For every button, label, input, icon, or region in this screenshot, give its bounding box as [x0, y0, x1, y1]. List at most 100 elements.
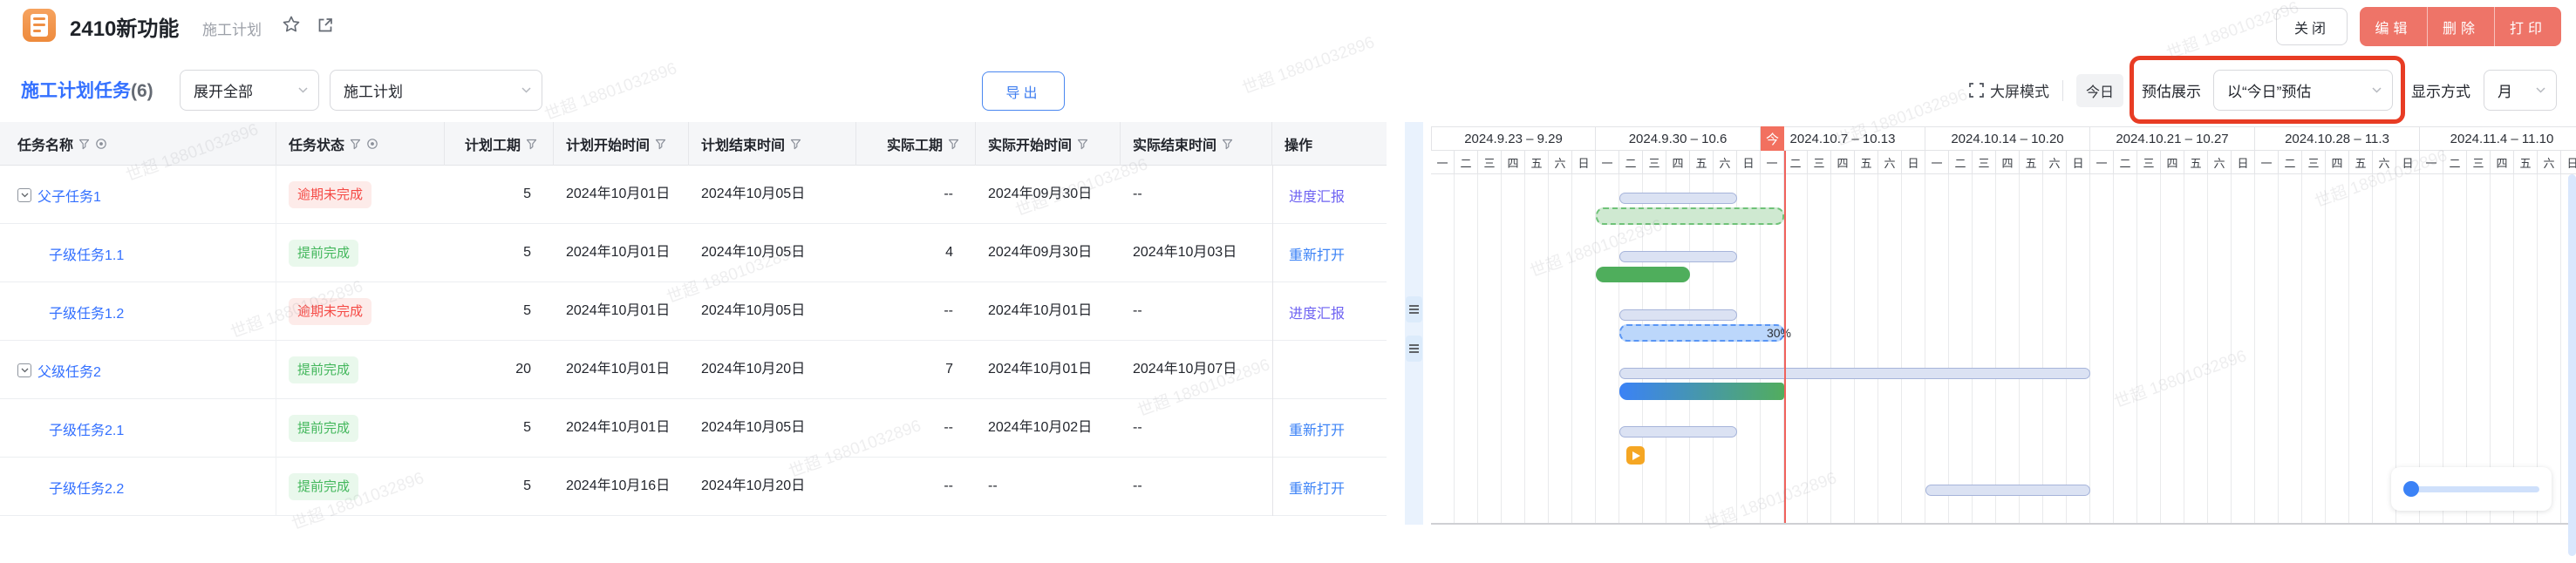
- filter-icon[interactable]: [948, 139, 959, 150]
- day-label: 四: [2161, 151, 2184, 174]
- plan-end-cell: 2024年10月20日: [689, 361, 856, 379]
- day-label: 日: [1572, 151, 1596, 174]
- day-label: 四: [1831, 151, 1855, 174]
- day-label: 五: [2184, 151, 2208, 174]
- week-label: 2024.9.30 – 10.6: [1596, 126, 1761, 151]
- plan-type-select[interactable]: 施工计划: [330, 70, 542, 111]
- plan-start-cell: 2024年10月01日: [554, 186, 689, 204]
- collapse-toggle-icon[interactable]: [17, 188, 31, 202]
- reopen-link[interactable]: 重新打开: [1289, 477, 1345, 498]
- vertical-scrollbar[interactable]: [2568, 174, 2576, 556]
- fullscreen-mode-button[interactable]: 大屏模式: [1969, 79, 2049, 101]
- column-label: 计划工期: [465, 133, 521, 154]
- column-label: 操作: [1285, 133, 1312, 154]
- planned-bar[interactable]: [1619, 368, 2090, 379]
- filter-icon[interactable]: [655, 139, 666, 150]
- filter-icon[interactable]: [1222, 139, 1233, 150]
- filter-icon[interactable]: [350, 139, 361, 150]
- task-count: (6): [131, 81, 153, 101]
- day-label: 二: [1619, 151, 1643, 174]
- collapse-left-handle[interactable]: [1406, 296, 1422, 322]
- star-icon[interactable]: [282, 15, 301, 34]
- day-label: 三: [2302, 151, 2326, 174]
- estimate-select[interactable]: 以“今日”预估: [2213, 70, 2393, 111]
- task-name-link[interactable]: 父子任务1: [37, 185, 101, 206]
- progress-bar[interactable]: 30%: [1619, 324, 1784, 342]
- actual-start-cell: 2024年10月01日: [976, 302, 1121, 321]
- actual-progress-gradient-bar[interactable]: [1619, 383, 1784, 400]
- day-label: 三: [1973, 151, 1996, 174]
- task-name-link[interactable]: 父级任务2: [37, 360, 101, 381]
- planned-bar[interactable]: [1619, 426, 1737, 438]
- status-cell: 逾期未完成: [276, 298, 445, 326]
- task-name-link[interactable]: 子级任务2.2: [49, 477, 124, 498]
- filter-icon[interactable]: [78, 139, 90, 150]
- actual-end-cell: --: [1121, 419, 1272, 438]
- status-badge: 提前完成: [289, 415, 358, 443]
- close-button[interactable]: 关闭: [2276, 8, 2348, 45]
- task-name-link[interactable]: 子级任务2.1: [49, 418, 124, 439]
- slider-track[interactable]: [2416, 486, 2539, 492]
- gantt-chart: 2024.9.23 – 9.292024.9.30 – 10.62024.10.…: [1431, 126, 2576, 525]
- actual-end-cell: --: [1121, 186, 1272, 204]
- open-external-icon[interactable]: [317, 17, 334, 34]
- actual-end-cell: --: [1121, 478, 1272, 496]
- task-name-link[interactable]: 子级任务1.2: [49, 302, 124, 322]
- column-label: 实际结束时间: [1133, 133, 1216, 154]
- status-badge: 逾期未完成: [289, 181, 371, 209]
- day-label: 四: [1996, 151, 2020, 174]
- filter-icon[interactable]: [1077, 139, 1088, 150]
- print-button[interactable]: 打印: [2494, 7, 2561, 46]
- collapse-toggle-icon[interactable]: [17, 363, 31, 377]
- day-label: 一: [1596, 151, 1619, 174]
- export-button[interactable]: 导出: [982, 71, 1065, 111]
- filter-icon[interactable]: [526, 139, 537, 150]
- gantt-day-header: 一二三四五六日一二三四五六日一二三四五六日一二三四五六日一二三四五六日一二三四五…: [1431, 151, 2576, 174]
- actual-start-cell: 2024年10月01日: [976, 361, 1121, 379]
- filter-icon[interactable]: [790, 139, 801, 150]
- gantt-week-header: 2024.9.23 – 9.292024.9.30 – 10.62024.10.…: [1431, 126, 2576, 151]
- slider-handle[interactable]: [2403, 481, 2419, 497]
- day-label: 二: [2114, 151, 2137, 174]
- day-label: 六: [1549, 151, 1572, 174]
- scope-icon[interactable]: [366, 138, 378, 150]
- fullscreen-icon: [1969, 83, 1984, 98]
- table-row: 子级任务2.1提前完成52024年10月01日2024年10月05日--2024…: [0, 399, 1387, 458]
- planned-bar[interactable]: [1619, 193, 1737, 204]
- operation-cell: 重新打开: [1272, 224, 1387, 282]
- day-label: 六: [2373, 151, 2396, 174]
- display-mode-select[interactable]: 月: [2484, 70, 2557, 111]
- day-label: 一: [2255, 151, 2279, 174]
- day-label: 一: [1925, 151, 1949, 174]
- delete-button[interactable]: 删除: [2427, 7, 2494, 46]
- planned-bar[interactable]: [1925, 485, 2090, 496]
- gantt-row: [1431, 233, 2576, 291]
- table-row: 父级任务2提前完成202024年10月01日2024年10月20日72024年1…: [0, 341, 1387, 399]
- planned-bar[interactable]: [1619, 309, 1737, 321]
- planned-bar[interactable]: [1619, 251, 1737, 262]
- day-label: 三: [2467, 151, 2491, 174]
- day-label: 五: [1855, 151, 1878, 174]
- expand-select[interactable]: 展开全部: [180, 70, 319, 111]
- progress-link[interactable]: 进度汇报: [1289, 302, 1345, 322]
- estimated-bar[interactable]: [1596, 207, 1784, 225]
- day-label: 三: [1643, 151, 1666, 174]
- milestone-play-icon[interactable]: [1626, 446, 1645, 465]
- actual-complete-bar[interactable]: [1596, 267, 1690, 282]
- scope-icon[interactable]: [95, 138, 107, 150]
- table-gantt-splitter[interactable]: [1405, 122, 1423, 525]
- status-badge: 提前完成: [289, 240, 358, 268]
- gantt-row: [1431, 174, 2576, 233]
- week-label: 2024.9.23 – 9.29: [1431, 126, 1596, 151]
- day-label: 日: [2067, 151, 2090, 174]
- reopen-link[interactable]: 重新打开: [1289, 418, 1345, 439]
- operation-cell: 重新打开: [1272, 399, 1387, 458]
- task-name-link[interactable]: 子级任务1.1: [49, 243, 124, 264]
- progress-link[interactable]: 进度汇报: [1289, 185, 1345, 206]
- expand-right-handle[interactable]: [1406, 336, 1422, 362]
- day-label: 二: [2443, 151, 2467, 174]
- plan-start-cell: 2024年10月01日: [554, 361, 689, 379]
- today-button[interactable]: 今日: [2076, 74, 2123, 107]
- reopen-link[interactable]: 重新打开: [1289, 243, 1345, 264]
- edit-button[interactable]: 编辑: [2360, 7, 2427, 46]
